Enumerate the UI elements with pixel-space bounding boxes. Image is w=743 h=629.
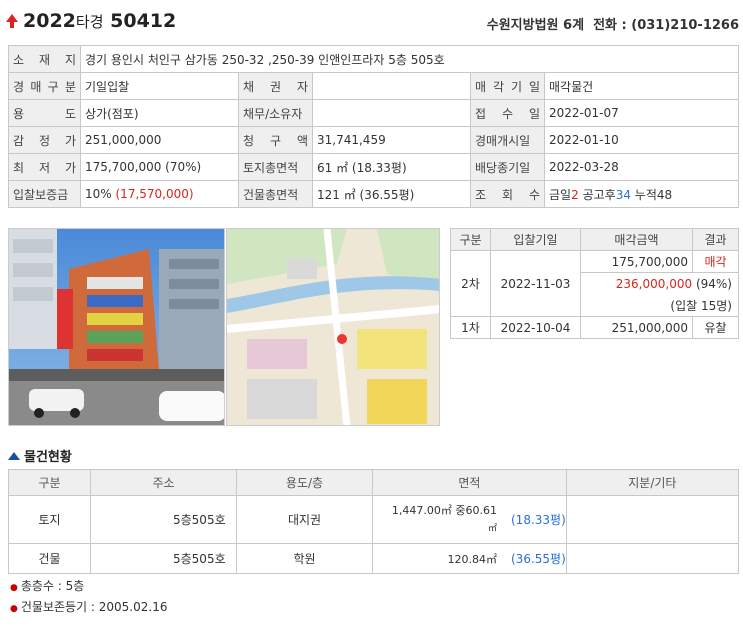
prop-col-etc: 지분/기타	[565, 469, 740, 496]
property-notes: ● 총층수 : 5층 ● 건물보존등기 : 2005.02.16	[10, 577, 167, 619]
location-label: 소 재 지	[8, 45, 81, 73]
info-row-use: 용 도 상가(점포) 채무/소유자 접 수 일 2022-01-07	[8, 99, 739, 127]
prop-pyeong: (18.33평)	[511, 513, 566, 527]
bid-date-1: 2022-10-04	[490, 316, 581, 339]
bid-result-2: 매각	[692, 250, 739, 273]
building-photo-image	[9, 229, 224, 425]
views-label: 조 회 수	[470, 180, 545, 208]
debtor-value	[312, 99, 471, 127]
prop-use: 학원	[236, 543, 373, 574]
bid-row-1: 1차 2022-10-04 251,000,000 유찰	[450, 316, 739, 339]
bid-price-1: 251,000,000	[580, 316, 693, 339]
bid-bidders-2: (입찰 15명)	[580, 294, 739, 317]
bid-header-row: 구분 입찰기일 매각금액 결과	[450, 228, 739, 251]
prop-type: 건물	[8, 543, 91, 574]
bid-col-round: 구분	[450, 228, 491, 251]
property-row: 건물 5층505호 학원 120.84㎡ (36.55평)	[8, 543, 740, 574]
bid-col-price: 매각금액	[580, 228, 693, 251]
bid-min-price-2: 175,700,000	[580, 250, 693, 273]
prop-area: 1,447.00㎡ 중60.61 ㎡ (18.33평)	[372, 495, 567, 544]
note-item: ● 건물보존등기 : 2005.02.16	[10, 600, 168, 614]
prop-use: 대지권	[236, 495, 373, 544]
auction-type-value: 기일입찰	[80, 72, 239, 100]
views-value: 금일2 공고후34 누적48	[544, 180, 739, 208]
note-item: ● 총층수 : 5층	[10, 579, 85, 593]
dividend-label: 배당종기일	[470, 153, 545, 181]
sale-date-value: 매각물건	[544, 72, 739, 100]
info-row-appraisal: 감 정 가 251,000,000 청 구 액 31,741,459 경매개시일…	[8, 126, 739, 154]
start-value: 2022-01-10	[544, 126, 739, 154]
prop-etc	[565, 543, 740, 574]
building-photo[interactable]	[8, 228, 225, 426]
bid-date-2: 2022-11-03	[490, 250, 581, 317]
deposit-label: 입찰보증금	[8, 180, 81, 208]
property-row: 토지 5층505호 대지권 1,447.00㎡ 중60.61 ㎡ (18.33평…	[8, 495, 740, 544]
prop-col-use: 용도/층	[236, 469, 373, 496]
bid-round-2: 2차	[450, 250, 491, 317]
claim-value: 31,741,459	[312, 126, 471, 154]
prop-etc	[565, 495, 740, 544]
min-price-value: 175,700,000 (70%)	[80, 153, 239, 181]
court-info: 수원지방법원 6계 전화 : (031)210-1266	[486, 18, 739, 33]
location-value: 경기 용인시 처인구 삼가동 250-32 ,250-39 인앤인프라자 5층 …	[80, 45, 739, 73]
sale-date-label: 매 각 기 일	[470, 72, 545, 100]
use-label: 용 도	[8, 99, 81, 127]
deposit-amount: (17,570,000)	[115, 187, 194, 201]
bid-sold-2: 236,000,000 (94%)	[580, 272, 739, 295]
case-info-table: 소 재 지 경기 용인시 처인구 삼가동 250-32 ,250-39 인앤인프…	[8, 45, 739, 208]
bldg-area-label: 건물총면적	[238, 180, 313, 208]
appraisal-value: 251,000,000	[80, 126, 239, 154]
bid-col-date: 입찰기일	[490, 228, 581, 251]
creditor-value	[312, 72, 471, 100]
prop-col-type: 구분	[8, 469, 91, 496]
claim-label: 청 구 액	[238, 126, 313, 154]
min-price-label: 최 저 가	[8, 153, 81, 181]
info-row-location: 소 재 지 경기 용인시 처인구 삼가동 250-32 ,250-39 인앤인프…	[8, 45, 739, 73]
prop-addr: 5층505호	[90, 543, 237, 574]
bid-result-1: 유찰	[692, 316, 739, 339]
bid-row-2-min: 2차 2022-11-03 175,700,000 매각	[450, 250, 739, 317]
section-arrow-icon	[8, 452, 20, 460]
land-area-label: 토지총면적	[238, 153, 313, 181]
info-row-auction-type: 경 매 구 분 기일입찰 채 권 자 매 각 기 일 매각물건	[8, 72, 739, 100]
case-title: 2022타경 50412	[23, 10, 177, 32]
bid-history-table: 구분 입찰기일 매각금액 결과 2차 2022-11-03 175,700,00…	[450, 228, 739, 339]
creditor-label: 채 권 자	[238, 72, 313, 100]
dividend-value: 2022-03-28	[544, 153, 739, 181]
bldg-area-value: 121 ㎡ (36.55평)	[312, 180, 471, 208]
prop-addr: 5층505호	[90, 495, 237, 544]
property-table: 구분 주소 용도/층 면적 지분/기타 토지 5층505호 대지권 1,447.…	[8, 469, 740, 574]
bid-round-1: 1차	[450, 316, 491, 339]
start-label: 경매개시일	[470, 126, 545, 154]
info-row-min-price: 최 저 가 175,700,000 (70%) 토지총면적 61 ㎡ (18.3…	[8, 153, 739, 181]
bullet-icon: ●	[10, 583, 18, 593]
up-arrow-icon	[6, 14, 18, 28]
received-label: 접 수 일	[470, 99, 545, 127]
deposit-value: 10% (17,570,000)	[80, 180, 239, 208]
bullet-icon: ●	[10, 604, 18, 614]
prop-pyeong: (36.55평)	[511, 552, 566, 566]
info-row-deposit: 입찰보증금 10% (17,570,000) 건물총면적 121 ㎡ (36.5…	[8, 180, 739, 208]
received-value: 2022-01-07	[544, 99, 739, 127]
property-header-row: 구분 주소 용도/층 면적 지분/기타	[8, 469, 740, 496]
property-section-title: 물건현황	[8, 446, 72, 465]
bid-col-result: 결과	[692, 228, 739, 251]
use-value: 상가(점포)	[80, 99, 239, 127]
prop-col-area: 면적	[372, 469, 567, 496]
appraisal-label: 감 정 가	[8, 126, 81, 154]
prop-col-addr: 주소	[90, 469, 237, 496]
debtor-label: 채무/소유자	[238, 99, 313, 127]
location-map[interactable]	[226, 228, 440, 426]
land-area-value: 61 ㎡ (18.33평)	[312, 153, 471, 181]
location-map-image	[227, 229, 439, 425]
prop-area: 120.84㎡ (36.55평)	[372, 543, 567, 574]
auction-type-label: 경 매 구 분	[8, 72, 81, 100]
case-header: 2022타경 50412 수원지방법원 6계 전화 : (031)210-126…	[6, 8, 739, 38]
prop-type: 토지	[8, 495, 91, 544]
